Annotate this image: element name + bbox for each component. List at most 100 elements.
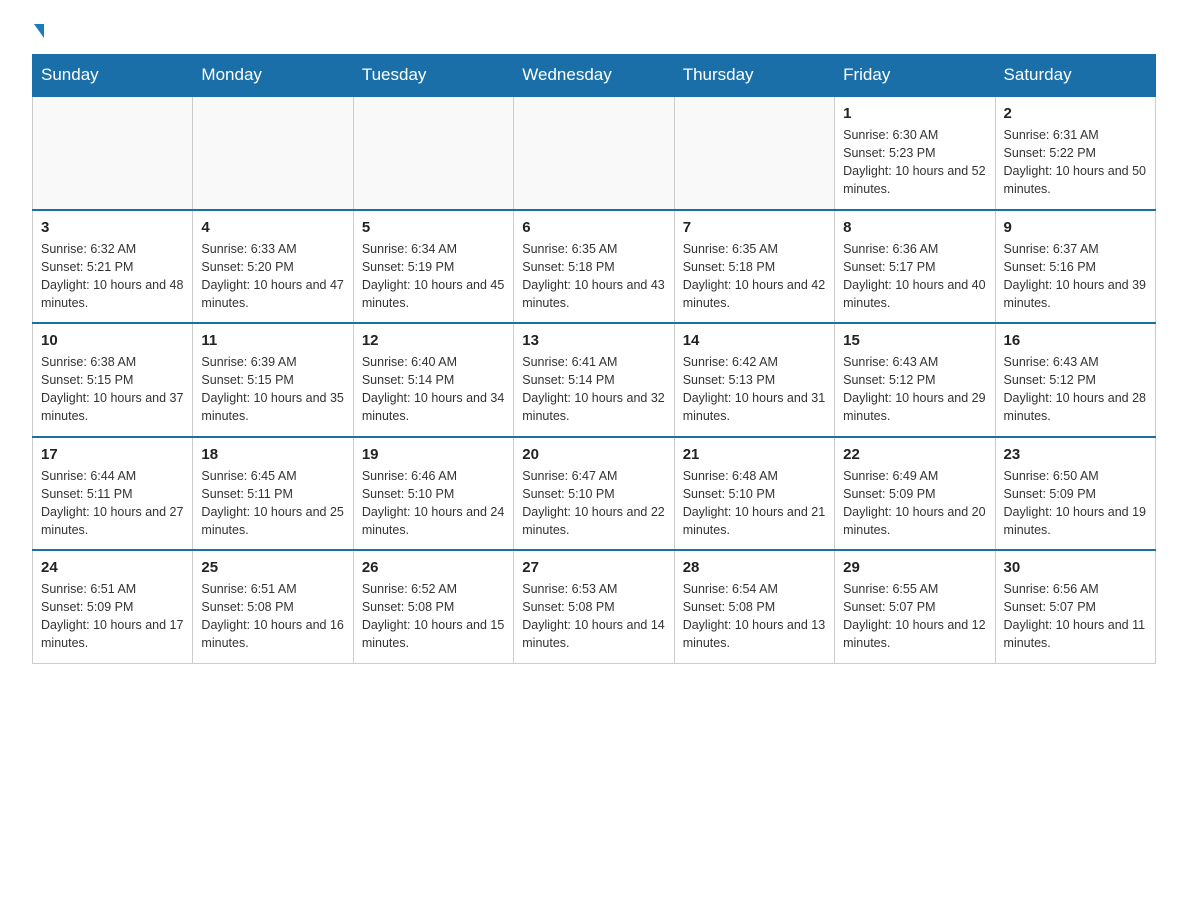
- calendar-cell: 27 Sunrise: 6:53 AMSunset: 5:08 PMDayligh…: [514, 550, 674, 663]
- calendar-cell: 18 Sunrise: 6:45 AMSunset: 5:11 PMDayligh…: [193, 437, 353, 551]
- column-header-friday: Friday: [835, 55, 995, 97]
- day-number: 26: [362, 559, 505, 576]
- day-info: Sunrise: 6:46 AMSunset: 5:10 PMDaylight:…: [362, 467, 505, 540]
- day-number: 21: [683, 446, 826, 463]
- day-info: Sunrise: 6:32 AMSunset: 5:21 PMDaylight:…: [41, 240, 184, 313]
- calendar-cell: [193, 96, 353, 210]
- calendar-cell: 17Sunrise: 6:44 AMSunset: 5:11 PMDayligh…: [33, 437, 193, 551]
- day-info: Sunrise: 6:42 AMSunset: 5:13 PMDaylight:…: [683, 353, 826, 426]
- calendar-cell: 6 Sunrise: 6:35 AMSunset: 5:18 PMDaylight…: [514, 210, 674, 324]
- day-number: 13: [522, 332, 665, 349]
- day-number: 11: [201, 332, 344, 349]
- day-number: 29: [843, 559, 986, 576]
- calendar-cell: 15Sunrise: 6:43 AMSunset: 5:12 PMDayligh…: [835, 323, 995, 437]
- day-info: Sunrise: 6:31 AMSunset: 5:22 PMDaylight:…: [1004, 126, 1147, 199]
- calendar-cell: 8 Sunrise: 6:36 AMSunset: 5:17 PMDaylight…: [835, 210, 995, 324]
- day-number: 3: [41, 219, 184, 236]
- column-header-wednesday: Wednesday: [514, 55, 674, 97]
- day-info: Sunrise: 6:30 AMSunset: 5:23 PMDaylight:…: [843, 126, 986, 199]
- day-number: 25: [201, 559, 344, 576]
- day-info: Sunrise: 6:43 AMSunset: 5:12 PMDaylight:…: [1004, 353, 1147, 426]
- day-info: Sunrise: 6:33 AMSunset: 5:20 PMDaylight:…: [201, 240, 344, 313]
- day-number: 12: [362, 332, 505, 349]
- day-info: Sunrise: 6:56 AMSunset: 5:07 PMDaylight:…: [1004, 580, 1147, 653]
- calendar-cell: 5 Sunrise: 6:34 AMSunset: 5:19 PMDaylight…: [353, 210, 513, 324]
- day-info: Sunrise: 6:53 AMSunset: 5:08 PMDaylight:…: [522, 580, 665, 653]
- day-info: Sunrise: 6:47 AMSunset: 5:10 PMDaylight:…: [522, 467, 665, 540]
- calendar-cell: 19Sunrise: 6:46 AMSunset: 5:10 PMDayligh…: [353, 437, 513, 551]
- calendar-cell: [514, 96, 674, 210]
- calendar-cell: 14 Sunrise: 6:42 AMSunset: 5:13 PMDayligh…: [674, 323, 834, 437]
- calendar-cell: 28 Sunrise: 6:54 AMSunset: 5:08 PMDayligh…: [674, 550, 834, 663]
- day-info: Sunrise: 6:54 AMSunset: 5:08 PMDaylight:…: [683, 580, 826, 653]
- day-number: 17: [41, 446, 184, 463]
- calendar-cell: 10 Sunrise: 6:38 AMSunset: 5:15 PMDayligh…: [33, 323, 193, 437]
- day-number: 22: [843, 446, 986, 463]
- day-info: Sunrise: 6:43 AMSunset: 5:12 PMDaylight:…: [843, 353, 986, 426]
- calendar-cell: 11 Sunrise: 6:39 AMSunset: 5:15 PMDayligh…: [193, 323, 353, 437]
- calendar-cell: 3 Sunrise: 6:32 AMSunset: 5:21 PMDaylight…: [33, 210, 193, 324]
- calendar-cell: [33, 96, 193, 210]
- day-number: 20: [522, 446, 665, 463]
- day-info: Sunrise: 6:51 AMSunset: 5:09 PMDaylight:…: [41, 580, 184, 653]
- calendar-cell: 20 Sunrise: 6:47 AMSunset: 5:10 PMDayligh…: [514, 437, 674, 551]
- day-info: Sunrise: 6:36 AMSunset: 5:17 PMDaylight:…: [843, 240, 986, 313]
- calendar-week-row: 1 Sunrise: 6:30 AMSunset: 5:23 PMDaylight…: [33, 96, 1156, 210]
- calendar-cell: [353, 96, 513, 210]
- day-number: 8: [843, 219, 986, 236]
- day-info: Sunrise: 6:55 AMSunset: 5:07 PMDaylight:…: [843, 580, 986, 653]
- day-info: Sunrise: 6:35 AMSunset: 5:18 PMDaylight:…: [522, 240, 665, 313]
- day-number: 16: [1004, 332, 1147, 349]
- calendar-cell: 4 Sunrise: 6:33 AMSunset: 5:20 PMDaylight…: [193, 210, 353, 324]
- day-info: Sunrise: 6:45 AMSunset: 5:11 PMDaylight:…: [201, 467, 344, 540]
- calendar-cell: 26 Sunrise: 6:52 AMSunset: 5:08 PMDayligh…: [353, 550, 513, 663]
- column-header-tuesday: Tuesday: [353, 55, 513, 97]
- calendar-cell: 25Sunrise: 6:51 AMSunset: 5:08 PMDayligh…: [193, 550, 353, 663]
- calendar-cell: 16 Sunrise: 6:43 AMSunset: 5:12 PMDayligh…: [995, 323, 1155, 437]
- day-info: Sunrise: 6:41 AMSunset: 5:14 PMDaylight:…: [522, 353, 665, 426]
- day-info: Sunrise: 6:48 AMSunset: 5:10 PMDaylight:…: [683, 467, 826, 540]
- calendar-cell: 29 Sunrise: 6:55 AMSunset: 5:07 PMDayligh…: [835, 550, 995, 663]
- day-number: 14: [683, 332, 826, 349]
- day-number: 1: [843, 105, 986, 122]
- day-info: Sunrise: 6:38 AMSunset: 5:15 PMDaylight:…: [41, 353, 184, 426]
- calendar-cell: 21 Sunrise: 6:48 AMSunset: 5:10 PMDayligh…: [674, 437, 834, 551]
- day-number: 4: [201, 219, 344, 236]
- day-number: 10: [41, 332, 184, 349]
- column-header-thursday: Thursday: [674, 55, 834, 97]
- calendar-week-row: 3 Sunrise: 6:32 AMSunset: 5:21 PMDaylight…: [33, 210, 1156, 324]
- column-header-saturday: Saturday: [995, 55, 1155, 97]
- logo: [32, 24, 44, 34]
- day-number: 5: [362, 219, 505, 236]
- calendar-cell: [674, 96, 834, 210]
- day-number: 23: [1004, 446, 1147, 463]
- day-info: Sunrise: 6:34 AMSunset: 5:19 PMDaylight:…: [362, 240, 505, 313]
- day-info: Sunrise: 6:39 AMSunset: 5:15 PMDaylight:…: [201, 353, 344, 426]
- day-number: 18: [201, 446, 344, 463]
- calendar-header-row: SundayMondayTuesdayWednesdayThursdayFrid…: [33, 55, 1156, 97]
- calendar-week-row: 24 Sunrise: 6:51 AMSunset: 5:09 PMDayligh…: [33, 550, 1156, 663]
- day-number: 7: [683, 219, 826, 236]
- calendar-cell: 30Sunrise: 6:56 AMSunset: 5:07 PMDayligh…: [995, 550, 1155, 663]
- day-number: 27: [522, 559, 665, 576]
- calendar-cell: 22 Sunrise: 6:49 AMSunset: 5:09 PMDayligh…: [835, 437, 995, 551]
- page-header: [32, 24, 1156, 34]
- day-info: Sunrise: 6:52 AMSunset: 5:08 PMDaylight:…: [362, 580, 505, 653]
- calendar-cell: 13 Sunrise: 6:41 AMSunset: 5:14 PMDayligh…: [514, 323, 674, 437]
- calendar-week-row: 10 Sunrise: 6:38 AMSunset: 5:15 PMDayligh…: [33, 323, 1156, 437]
- day-info: Sunrise: 6:35 AMSunset: 5:18 PMDaylight:…: [683, 240, 826, 313]
- calendar-cell: 9Sunrise: 6:37 AMSunset: 5:16 PMDaylight…: [995, 210, 1155, 324]
- calendar-table: SundayMondayTuesdayWednesdayThursdayFrid…: [32, 54, 1156, 664]
- day-info: Sunrise: 6:49 AMSunset: 5:09 PMDaylight:…: [843, 467, 986, 540]
- day-number: 28: [683, 559, 826, 576]
- calendar-cell: 7 Sunrise: 6:35 AMSunset: 5:18 PMDaylight…: [674, 210, 834, 324]
- logo-arrow-icon: [34, 24, 44, 38]
- day-number: 9: [1004, 219, 1147, 236]
- calendar-cell: 24 Sunrise: 6:51 AMSunset: 5:09 PMDayligh…: [33, 550, 193, 663]
- calendar-week-row: 17Sunrise: 6:44 AMSunset: 5:11 PMDayligh…: [33, 437, 1156, 551]
- calendar-cell: 23Sunrise: 6:50 AMSunset: 5:09 PMDayligh…: [995, 437, 1155, 551]
- calendar-cell: 2Sunrise: 6:31 AMSunset: 5:22 PMDaylight…: [995, 96, 1155, 210]
- day-number: 6: [522, 219, 665, 236]
- column-header-sunday: Sunday: [33, 55, 193, 97]
- day-number: 24: [41, 559, 184, 576]
